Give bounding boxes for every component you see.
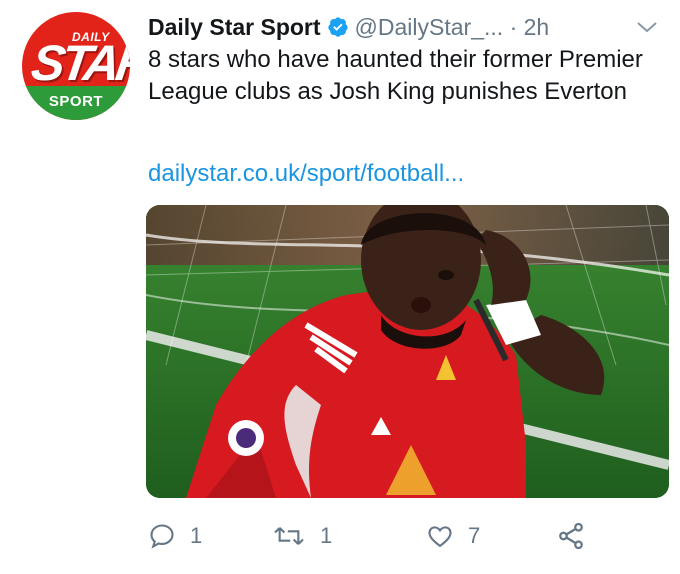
verified-badge-icon <box>327 14 349 46</box>
account-name[interactable]: Daily Star Sport <box>148 14 321 40</box>
tweet-actions: 1 1 7 <box>148 516 608 556</box>
retweet-button[interactable]: 1 <box>272 516 332 556</box>
like-count: 7 <box>468 523 481 548</box>
heart-icon <box>428 526 452 548</box>
reply-button[interactable]: 1 <box>148 516 202 556</box>
share-icon <box>559 522 583 550</box>
tweet-text: 8 stars who have haunted their former Pr… <box>148 46 643 105</box>
tweet-media-image[interactable] <box>146 205 669 498</box>
tweet-header: Daily Star Sport @DailyStar_... · 2h <box>148 11 668 43</box>
reply-icon <box>150 524 174 549</box>
avatar-star-text: STAR <box>28 35 130 91</box>
account-avatar[interactable]: DAILY STAR SPORT <box>22 12 130 120</box>
retweet-icon <box>274 527 304 545</box>
share-button[interactable] <box>556 516 600 556</box>
account-handle[interactable]: @DailyStar_... <box>355 14 504 40</box>
like-button[interactable]: 7 <box>426 516 480 556</box>
retweet-count: 1 <box>320 523 333 548</box>
avatar-sport-text: SPORT <box>48 93 104 110</box>
tweet-time[interactable]: · 2h <box>510 14 550 40</box>
footballer-photo <box>146 205 669 498</box>
tweet-link[interactable]: dailystar.co.uk/sport/football... <box>148 158 464 190</box>
reply-count: 1 <box>190 523 203 548</box>
